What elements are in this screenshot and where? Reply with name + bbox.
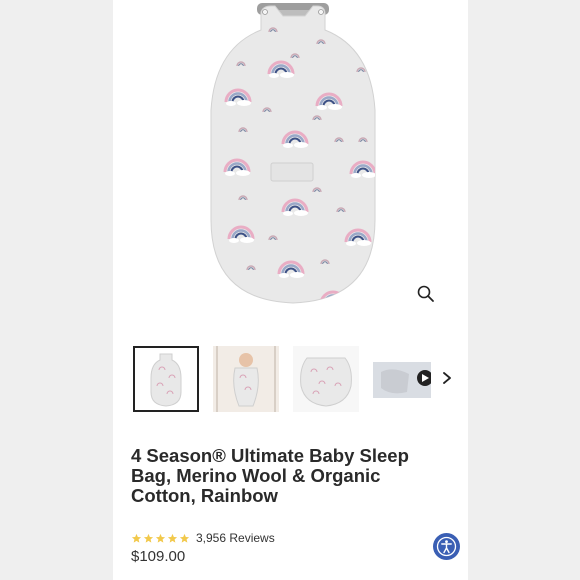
star-icon — [155, 533, 166, 543]
rating-row: 3,956 Reviews — [131, 530, 275, 546]
star-icon — [179, 533, 190, 543]
star-icon — [167, 533, 178, 543]
thumbnail-video[interactable] — [373, 362, 431, 398]
product-main-image[interactable] — [113, 0, 468, 318]
product-page: 4 Season® Ultimate Baby Sleep Bag, Merin… — [113, 0, 468, 580]
star-icon — [143, 533, 154, 543]
zoom-icon[interactable] — [415, 283, 437, 305]
reviews-link[interactable]: 3,956 Reviews — [196, 531, 275, 545]
sleep-bag-illustration — [210, 3, 376, 304]
accessibility-icon[interactable] — [433, 533, 460, 560]
thumbnail-sleep-bag-front[interactable] — [133, 346, 199, 412]
product-title: 4 Season® Ultimate Baby Sleep Bag, Merin… — [131, 445, 409, 506]
thumbnail-sleep-bag-flat[interactable] — [293, 346, 359, 412]
thumbnail-baby-in-crib[interactable] — [213, 346, 279, 412]
product-price: $109.00 — [131, 548, 186, 565]
chevron-right-icon[interactable] — [439, 368, 455, 388]
star-icon — [131, 533, 142, 543]
thumbnail-strip — [113, 344, 468, 416]
star-rating — [131, 533, 190, 544]
